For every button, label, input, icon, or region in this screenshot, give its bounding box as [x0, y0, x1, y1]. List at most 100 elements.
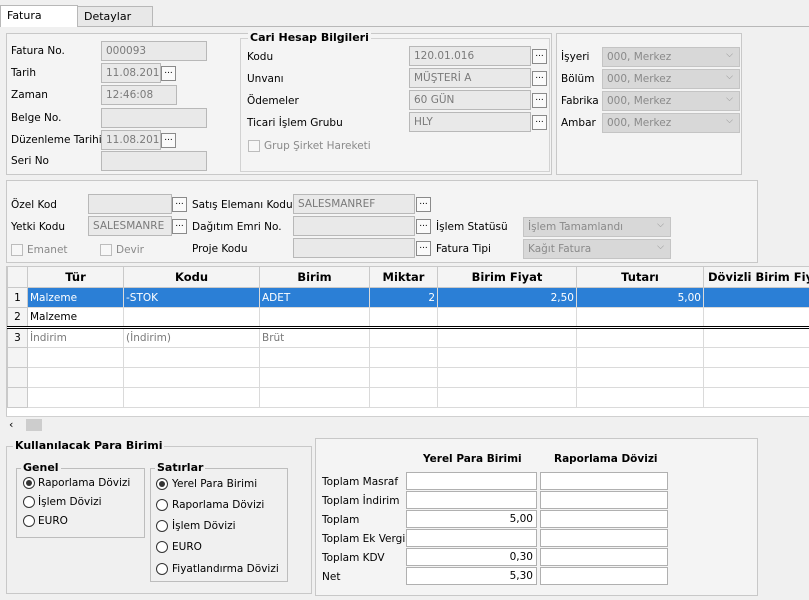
- satirlar-radio-raporlama[interactable]: [156, 499, 168, 511]
- tab-fatura[interactable]: Fatura: [0, 5, 78, 27]
- table-row[interactable]: [7, 367, 809, 388]
- cari-kodu-field[interactable]: 120.01.016: [409, 46, 531, 66]
- ambar-dropdown[interactable]: 000, Merkez ⌵: [602, 113, 740, 133]
- table-row[interactable]: [7, 347, 809, 368]
- col-header-tutari[interactable]: Tutarı: [576, 266, 704, 288]
- cell-kodu[interactable]: [123, 307, 260, 328]
- bolum-dropdown[interactable]: 000, Merkez ⌵: [602, 69, 740, 89]
- row-number: 2: [7, 307, 28, 328]
- cell-dovizli[interactable]: [703, 287, 809, 308]
- cell-birim[interactable]: ADET: [259, 287, 370, 308]
- cell-tur[interactable]: İndirim: [27, 326, 124, 348]
- col-header-miktar[interactable]: Miktar: [369, 266, 438, 288]
- cari-kodu-lookup-button[interactable]: ...: [532, 49, 547, 64]
- toplam-ek-vergi-rapor: [540, 529, 668, 547]
- satis-elemani-lookup-button[interactable]: ...: [416, 197, 431, 212]
- cell-dovizli[interactable]: [703, 326, 809, 348]
- cell-birim-fiyat[interactable]: [437, 307, 577, 328]
- tarih-picker-button[interactable]: ...: [161, 66, 176, 81]
- satirlar-radio-islem[interactable]: [156, 520, 168, 532]
- table-row[interactable]: [7, 387, 809, 408]
- scroll-left-icon[interactable]: ‹: [9, 418, 13, 431]
- genel-radio-raporlama[interactable]: [23, 477, 35, 489]
- genel-radio-euro[interactable]: [23, 515, 35, 527]
- cell-tutari[interactable]: [576, 326, 704, 348]
- col-header-kodu[interactable]: Kodu: [123, 266, 260, 288]
- unvani-lookup-button[interactable]: ...: [532, 71, 547, 86]
- fabrika-label: Fabrika: [561, 95, 599, 107]
- dagitim-emri-lookup-button[interactable]: ...: [416, 219, 431, 234]
- tab-detaylar[interactable]: Detaylar: [77, 6, 153, 26]
- dagitim-emri-field[interactable]: [293, 216, 415, 236]
- cell-miktar[interactable]: [369, 307, 438, 328]
- tarih-field[interactable]: 11.08.2017: [101, 63, 161, 83]
- satirlar-option-fiyatlandirma: Fiyatlandırma Dövizi: [172, 563, 279, 575]
- yetki-kodu-lookup-button[interactable]: ...: [172, 219, 187, 234]
- ticari-islem-lookup-button[interactable]: ...: [532, 115, 547, 130]
- cell-kodu[interactable]: (İndirim): [123, 326, 260, 348]
- cell-tur[interactable]: Malzeme: [27, 307, 124, 328]
- toplam-rapor: [540, 510, 668, 528]
- cell-tutari[interactable]: [576, 307, 704, 328]
- table-row[interactable]: 1 Malzeme -STOK ADET 2 2,50 5,00: [7, 287, 809, 308]
- bolum-label: Bölüm: [561, 73, 595, 85]
- islem-statusu-dropdown[interactable]: İşlem Tamamlandı ⌵: [523, 217, 671, 237]
- table-row[interactable]: 2 Malzeme: [7, 307, 809, 328]
- satirlar-radio-fiyatlandirma[interactable]: [156, 563, 168, 575]
- unvani-label: Unvanı: [247, 73, 284, 85]
- satis-elemani-field[interactable]: SALESMANREF: [293, 194, 415, 214]
- satirlar-radio-euro[interactable]: [156, 541, 168, 553]
- col-header-birim-fiyat[interactable]: Birim Fiyat: [437, 266, 577, 288]
- yetki-kodu-field[interactable]: SALESMANRE: [88, 216, 172, 236]
- duzenleme-picker-button[interactable]: ...: [161, 133, 176, 148]
- col-header-birim[interactable]: Birim: [259, 266, 370, 288]
- cell-kodu[interactable]: -STOK: [123, 287, 260, 308]
- ozel-kod-field[interactable]: [88, 194, 172, 214]
- toplam-kdv-rapor: [540, 548, 668, 566]
- seri-no-field[interactable]: [101, 151, 207, 171]
- odemeler-lookup-button[interactable]: ...: [532, 93, 547, 108]
- emanet-checkbox[interactable]: [11, 244, 23, 256]
- odemeler-field[interactable]: 60 GÜN: [409, 90, 531, 110]
- genel-radio-islem[interactable]: [23, 496, 35, 508]
- cell-birim[interactable]: Brüt: [259, 326, 370, 348]
- satirlar-option-islem: İşlem Dövizi: [172, 520, 236, 532]
- cell-birim[interactable]: [259, 307, 370, 328]
- grup-sirket-checkbox[interactable]: [248, 140, 260, 152]
- col-header-dovizli[interactable]: Dövizli Birim Fiy: [703, 266, 809, 288]
- toplam-masraf-rapor: [540, 472, 668, 490]
- cari-kodu-label: Kodu: [247, 51, 274, 63]
- devir-checkbox[interactable]: [100, 244, 112, 256]
- chevron-down-icon: ⌵: [657, 220, 664, 230]
- duzenleme-tarihi-field[interactable]: 11.08.2017: [101, 130, 161, 150]
- fatura-no-field[interactable]: 000093: [101, 41, 207, 61]
- fatura-tipi-dropdown[interactable]: Kağıt Fatura ⌵: [523, 239, 671, 259]
- zaman-field[interactable]: 12:46:08: [101, 85, 177, 105]
- proje-kodu-lookup-button[interactable]: ...: [416, 241, 431, 256]
- net-yerel: 5,30: [406, 567, 537, 585]
- cell-birim-fiyat[interactable]: 2,50: [437, 287, 577, 308]
- cell-dovizli[interactable]: [703, 307, 809, 328]
- satirlar-radio-yerel[interactable]: [156, 478, 168, 490]
- satirlar-option-raporlama: Raporlama Dövizi: [172, 499, 265, 511]
- row-number: 1: [7, 287, 28, 308]
- scrollbar-thumb[interactable]: [26, 419, 42, 431]
- proje-kodu-field[interactable]: [293, 238, 415, 258]
- ticari-islem-field[interactable]: HLY: [409, 112, 531, 132]
- toplam-kdv-yerel: 0,30: [406, 548, 537, 566]
- cell-birim-fiyat[interactable]: [437, 326, 577, 348]
- isyeri-dropdown[interactable]: 000, Merkez ⌵: [602, 47, 740, 67]
- table-row[interactable]: 3 İndirim (İndirim) Brüt: [7, 326, 809, 348]
- col-header-tur[interactable]: Tür: [27, 266, 124, 288]
- cell-tutari[interactable]: 5,00: [576, 287, 704, 308]
- odemeler-label: Ödemeler: [247, 95, 299, 107]
- cell-tur[interactable]: Malzeme: [27, 287, 124, 308]
- cell-miktar[interactable]: [369, 326, 438, 348]
- fabrika-dropdown[interactable]: 000, Merkez ⌵: [602, 91, 740, 111]
- horizontal-scrollbar[interactable]: ‹: [6, 416, 809, 433]
- unvani-field[interactable]: MÜŞTERİ A: [409, 68, 531, 88]
- lines-grid[interactable]: Tür Kodu Birim Miktar Birim Fiyat Tutarı…: [6, 266, 809, 433]
- belge-no-field[interactable]: [101, 108, 207, 128]
- cell-miktar[interactable]: 2: [369, 287, 438, 308]
- ozel-kod-lookup-button[interactable]: ...: [172, 197, 187, 212]
